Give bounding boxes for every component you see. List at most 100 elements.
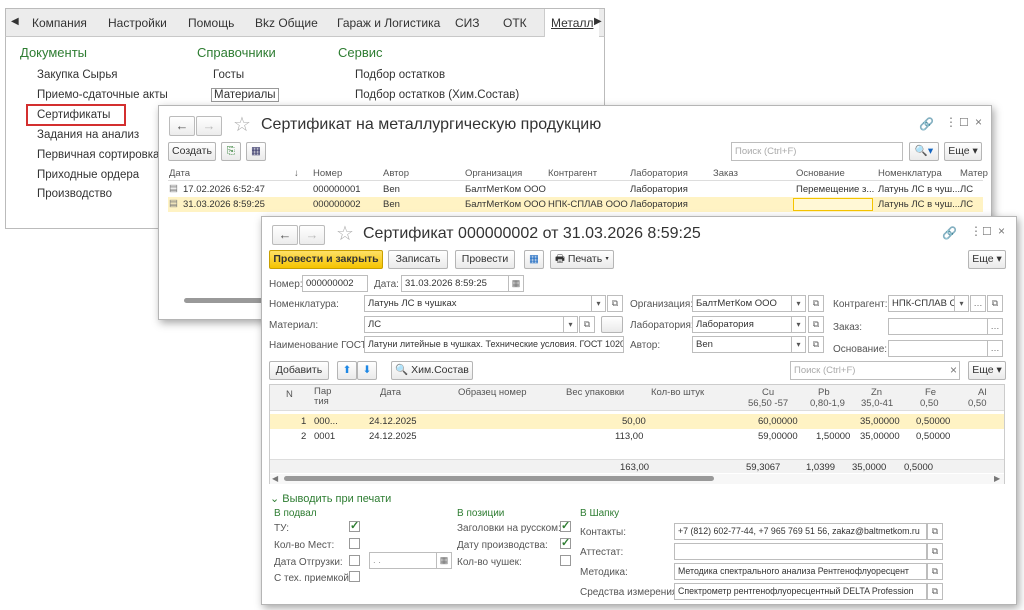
menu-purchase-raw[interactable]: Закупка Сырья xyxy=(37,69,118,81)
list-scrollbar[interactable] xyxy=(184,298,264,303)
table-row[interactable]: 1 000... 24.12.2025 50,00 60,00000 35,00… xyxy=(270,414,1004,429)
menu-production[interactable]: Производство xyxy=(37,188,112,200)
print-options-toggle[interactable]: ⌄ Выводить при печати xyxy=(270,492,391,505)
tab-metal[interactable]: Металл xyxy=(544,9,600,37)
tu-checkbox[interactable]: ✓ xyxy=(349,521,360,532)
tab-bkz-general[interactable]: Bkz Общие xyxy=(255,16,318,30)
order-select-button[interactable]: … xyxy=(987,318,1003,335)
structure-icon[interactable]: ▦ xyxy=(246,142,266,161)
doc-maximize-icon[interactable]: ☐ xyxy=(982,225,992,238)
ship-date-field[interactable]: . . xyxy=(369,552,437,569)
tab-garage-logistics[interactable]: Гараж и Логистика xyxy=(337,16,440,30)
col-fe[interactable]: Fe xyxy=(925,387,936,398)
basis-field[interactable] xyxy=(888,340,988,357)
col-cu[interactable]: Cu xyxy=(762,387,774,398)
places-checkbox[interactable] xyxy=(349,538,360,549)
save-button[interactable]: Записать xyxy=(388,250,448,269)
menu-acceptance-acts[interactable]: Приемо-сдаточные акты xyxy=(37,89,168,101)
copy-doc-icon[interactable]: ⎘ xyxy=(221,142,241,161)
menu-analysis-tasks[interactable]: Задания на анализ xyxy=(37,129,139,141)
nomenclature-field[interactable]: Латунь ЛС в чушках xyxy=(364,295,592,312)
col-zn[interactable]: Zn xyxy=(871,387,882,398)
table-row[interactable]: ▤ 31.03.2026 8:59:25 000000002 Ben БалтМ… xyxy=(168,197,983,212)
col-nomenclature[interactable]: Номенклатура xyxy=(878,168,942,179)
table-row[interactable]: ▤ 17.02.2026 6:52:47 000000001 Ben БалтМ… xyxy=(168,182,983,197)
scroll-right-icon[interactable]: ▶ xyxy=(994,474,1000,483)
doc-favorite-star-icon[interactable]: ☆ xyxy=(336,221,354,246)
col-order[interactable]: Заказ xyxy=(713,168,738,179)
col-al[interactable]: Al xyxy=(978,387,986,398)
col-counterparty[interactable]: Контрагент xyxy=(548,168,597,179)
table-search-input[interactable]: Поиск (Ctrl+F) xyxy=(790,361,960,380)
col-date[interactable]: Дата xyxy=(169,168,190,179)
order-field[interactable] xyxy=(888,318,988,335)
structure-icon[interactable]: ▦ xyxy=(524,250,544,269)
post-button[interactable]: Провести xyxy=(455,250,515,269)
move-up-icon[interactable]: ⬆ xyxy=(337,361,357,380)
menu-primary-sorting[interactable]: Первичная сортировка xyxy=(37,149,159,161)
material-open-icon[interactable]: ⧉ xyxy=(579,316,595,333)
laboratory-dropdown-icon[interactable]: ▾ xyxy=(791,316,806,333)
clear-search-icon[interactable]: × xyxy=(950,363,957,377)
doc-link-icon[interactable]: 🔗 xyxy=(942,226,957,240)
tab-scroll-right-icon[interactable]: ▶ xyxy=(594,16,602,27)
close-icon[interactable]: × xyxy=(975,115,982,129)
list-search-input[interactable]: Поиск (Ctrl+F) xyxy=(731,142,903,161)
author-field[interactable]: Ben xyxy=(692,336,792,353)
author-open-icon[interactable]: ⧉ xyxy=(808,336,824,353)
calendar-icon[interactable]: ▦ xyxy=(508,275,524,292)
counterparty-field[interactable]: НПК-СПЛАВ ООО xyxy=(888,295,955,312)
col-weight[interactable]: Вес упаковки xyxy=(566,387,624,398)
scroll-thumb[interactable] xyxy=(284,476,714,481)
attest-field[interactable] xyxy=(674,543,927,560)
material-field[interactable]: ЛС xyxy=(364,316,564,333)
prod-date-checkbox[interactable]: ✓ xyxy=(560,538,571,549)
tab-company[interactable]: Компания xyxy=(32,16,87,30)
counterparty-dropdown-icon[interactable]: ▾ xyxy=(954,295,969,312)
menu-stock-selection-chem[interactable]: Подбор остатков (Хим.Состав) xyxy=(355,89,519,101)
col-author[interactable]: Автор xyxy=(383,168,409,179)
more-vertical-icon[interactable]: ⋮ xyxy=(945,115,957,129)
doc-more-vertical-icon[interactable]: ⋮ xyxy=(970,224,982,238)
row-basis-cell[interactable] xyxy=(793,198,873,211)
nomenclature-open-icon[interactable]: ⧉ xyxy=(607,295,623,312)
material-dropdown-icon[interactable]: ▾ xyxy=(563,316,578,333)
add-row-button[interactable]: Добавить xyxy=(269,361,329,380)
col-laboratory[interactable]: Лаборатория xyxy=(630,168,688,179)
contacts-open-icon[interactable]: ⧉ xyxy=(927,523,943,540)
chem-composition-button[interactable]: 🔍 Хим.Состав xyxy=(391,361,473,380)
print-button[interactable]: 🖶 Печать ▾ xyxy=(550,250,614,269)
table-row[interactable]: 2 0001 24.12.2025 113,00 59,00000 1,5000… xyxy=(270,429,1004,444)
method-field[interactable]: Методика спектрального анализа Рентгеноф… xyxy=(674,563,927,580)
col-basis[interactable]: Основание xyxy=(796,168,845,179)
back-button[interactable]: ← xyxy=(169,116,195,136)
col-date[interactable]: Дата xyxy=(380,387,401,398)
ship-date-checkbox[interactable] xyxy=(349,555,360,566)
laboratory-open-icon[interactable]: ⧉ xyxy=(808,316,824,333)
favorite-star-icon[interactable]: ☆ xyxy=(233,112,251,137)
doc-close-icon[interactable]: × xyxy=(998,224,1005,238)
col-count[interactable]: Кол-во штук xyxy=(651,387,704,398)
move-down-icon[interactable]: ⬇ xyxy=(357,361,377,380)
organization-open-icon[interactable]: ⧉ xyxy=(808,295,824,312)
col-material[interactable]: Матер xyxy=(960,168,988,179)
meas-field[interactable]: Спектрометр рентгенофлуоресцентный DELTA… xyxy=(674,583,927,600)
menu-receipt-orders[interactable]: Приходные ордера xyxy=(37,169,139,181)
col-organization[interactable]: Организация xyxy=(465,168,522,179)
tab-scroll-left-icon[interactable]: ◀ xyxy=(11,16,19,27)
post-and-close-button[interactable]: Провести и закрыть xyxy=(269,250,383,269)
author-dropdown-icon[interactable]: ▾ xyxy=(791,336,806,353)
forward-button[interactable]: → xyxy=(196,116,222,136)
menu-stock-selection[interactable]: Подбор остатков xyxy=(355,69,445,81)
table-hscrollbar[interactable]: ◀ ▶ xyxy=(270,474,1004,484)
tab-settings[interactable]: Настройки xyxy=(108,16,167,30)
tab-help[interactable]: Помощь xyxy=(188,16,234,30)
tab-otk[interactable]: ОТК xyxy=(503,16,527,30)
gost-field[interactable]: Латуни литейные в чушках. Технические ус… xyxy=(364,336,624,353)
col-n[interactable]: N xyxy=(286,389,293,400)
link-icon[interactable]: 🔗 xyxy=(919,117,934,131)
doc-back-button[interactable]: ← xyxy=(272,225,298,245)
scroll-left-icon[interactable]: ◀ xyxy=(272,474,278,483)
date-field[interactable]: 31.03.2026 8:59:25 xyxy=(401,275,509,292)
organization-dropdown-icon[interactable]: ▾ xyxy=(791,295,806,312)
